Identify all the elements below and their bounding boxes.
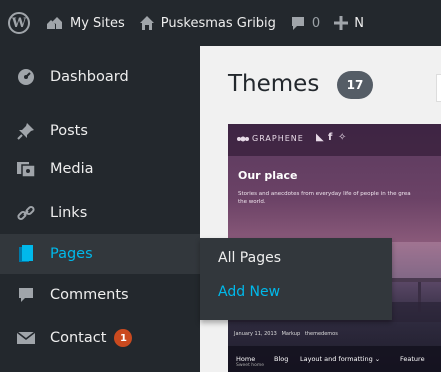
- post-meta: January 11, 2013 Markup themedemos: [234, 331, 338, 337]
- meta-tag: Markup: [281, 331, 301, 337]
- meta-date: January 11, 2013: [234, 331, 277, 337]
- contact-count-badge: 1: [114, 329, 133, 347]
- sidebar-item-label: Contact: [50, 330, 107, 346]
- my-sites-icon: [47, 17, 62, 29]
- dashboard-icon: [14, 65, 38, 89]
- rss-icon: ◣: [316, 132, 324, 143]
- meta-author: themedemos: [304, 331, 338, 337]
- pages-submenu: All Pages Add New: [200, 238, 392, 320]
- pin-icon: [14, 119, 38, 143]
- theme-nav-home: Home: [236, 355, 256, 363]
- submenu-arrow: [190, 250, 200, 270]
- sidebar-item-posts[interactable]: Posts: [0, 111, 200, 151]
- link-icon: [14, 201, 38, 225]
- sidebar-item-label: Media: [50, 161, 94, 177]
- theme-nav-layout: Layout and formatting ⌄: [300, 355, 381, 363]
- admin-sidebar: Dashboard Posts Media Links Pages Commen…: [0, 46, 200, 372]
- wordpress-menu[interactable]: W: [0, 0, 37, 46]
- theme-count-badge: 17: [337, 71, 373, 99]
- theme-logo-icon: [237, 136, 249, 142]
- comment-bubble-icon: [291, 17, 304, 30]
- comments-menu[interactable]: 0: [283, 0, 327, 46]
- theme-nav-blog: Blog: [274, 355, 289, 363]
- facebook-icon: f: [328, 132, 333, 143]
- sidebar-item-label: Posts: [50, 123, 88, 139]
- search-themes-input[interactable]: [436, 74, 441, 102]
- home-icon: [139, 16, 154, 30]
- comments-count: 0: [311, 15, 321, 31]
- twitter-icon: ✧: [338, 132, 347, 143]
- sidebar-item-label: Dashboard: [50, 69, 129, 85]
- hero-text-line: the world.: [238, 199, 266, 205]
- sidebar-item-label: Links: [50, 205, 88, 221]
- site-name-label: Puskesmas Gribig: [160, 15, 276, 31]
- theme-brand: GRAPHENE: [252, 134, 304, 143]
- sidebar-item-contact[interactable]: Contact 1: [0, 318, 200, 358]
- submenu-add-new[interactable]: Add New: [218, 284, 280, 300]
- my-sites-label: My Sites: [70, 15, 125, 31]
- media-icon: [14, 157, 38, 181]
- new-content-menu[interactable]: N: [327, 0, 371, 46]
- sidebar-item-comments[interactable]: Comments: [0, 275, 200, 315]
- sidebar-item-media[interactable]: Media: [0, 149, 200, 189]
- mail-icon: [14, 326, 38, 350]
- hero-text: Stories and anecdotes from everyday life…: [238, 190, 441, 206]
- theme-nav-subtitle: Sweet home: [236, 363, 265, 368]
- sidebar-item-pages[interactable]: Pages: [0, 234, 200, 274]
- sidebar-item-label: Comments: [50, 287, 129, 303]
- submenu-all-pages[interactable]: All Pages: [218, 250, 281, 266]
- hero-title: Our place: [238, 169, 298, 182]
- main-content: Themes 17 GRAPHENE ◣ f ✧ Our place Stori…: [200, 46, 441, 372]
- hero-text-line: Stories and anecdotes from everyday life…: [238, 191, 411, 197]
- sidebar-item-label: Pages: [50, 246, 93, 262]
- admin-bar: W My Sites Puskesmas Gribig 0 N: [0, 0, 441, 46]
- site-name-menu[interactable]: Puskesmas Gribig: [132, 0, 283, 46]
- theme-nav-feature: Feature: [400, 355, 425, 363]
- comment-icon: [14, 283, 38, 307]
- page-title: Themes: [228, 71, 320, 97]
- theme-nav: Home Blog Layout and formatting ⌄ Featur…: [228, 346, 441, 372]
- plus-icon: [334, 16, 349, 30]
- sidebar-item-dashboard[interactable]: Dashboard: [0, 57, 200, 97]
- my-sites-menu[interactable]: My Sites: [37, 0, 132, 46]
- new-label: N: [354, 15, 364, 31]
- pages-icon: [14, 242, 38, 266]
- sidebar-item-links[interactable]: Links: [0, 193, 200, 233]
- wordpress-logo-icon: W: [8, 12, 30, 34]
